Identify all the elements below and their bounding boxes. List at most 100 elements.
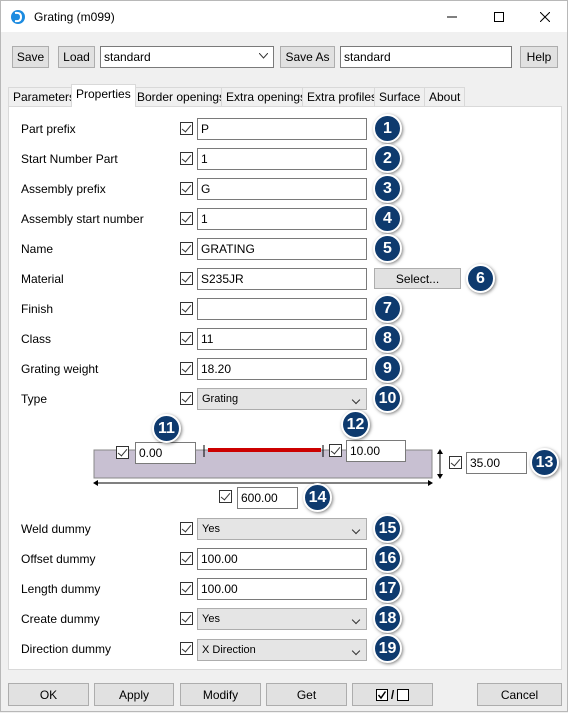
- callout-badge: 19: [373, 634, 402, 663]
- callout-badge: 8: [373, 324, 402, 353]
- direction-dummy-select[interactable]: X Direction: [197, 639, 367, 661]
- weld-dummy-checkbox[interactable]: [180, 522, 193, 535]
- callout-badge: 5: [373, 234, 402, 263]
- part-prefix-checkbox[interactable]: [180, 122, 193, 135]
- select-material-button[interactable]: Select...: [374, 268, 461, 289]
- assembly-prefix-label: Assembly prefix: [21, 182, 106, 196]
- title-bar: Grating (m099): [1, 1, 567, 32]
- callout-badge: 9: [373, 354, 402, 383]
- assembly-start-number-checkbox[interactable]: [180, 212, 193, 225]
- offset-dummy-input[interactable]: 100.00: [197, 548, 367, 570]
- tab-extra-profiles[interactable]: Extra profiles: [302, 87, 383, 106]
- material-input[interactable]: S235JR: [197, 268, 367, 290]
- assembly-prefix-input[interactable]: G: [197, 178, 367, 200]
- load-button[interactable]: Load: [58, 46, 95, 68]
- minimize-button[interactable]: [429, 1, 475, 32]
- callout-badge: 11: [152, 414, 181, 443]
- modify-button[interactable]: Modify: [180, 683, 261, 706]
- preset-combobox[interactable]: standard: [100, 46, 274, 68]
- callout-badge: 12: [341, 410, 370, 439]
- offset-dummy-label: Offset dummy: [21, 552, 96, 566]
- callout-badge: 4: [373, 204, 402, 233]
- length-dummy-input[interactable]: 100.00: [197, 578, 367, 600]
- weld-dummy-label: Weld dummy: [21, 522, 91, 536]
- callout-badge: 2: [373, 144, 402, 173]
- maximize-button[interactable]: [476, 1, 522, 32]
- callout-badge: 16: [373, 544, 402, 573]
- grating-weight-checkbox[interactable]: [180, 362, 193, 375]
- ok-button[interactable]: OK: [8, 683, 89, 706]
- start-number-part-input[interactable]: 1: [197, 148, 367, 170]
- tab-about[interactable]: About: [424, 87, 466, 106]
- tab-properties[interactable]: Properties: [71, 84, 136, 107]
- tab-parameters[interactable]: Parameters: [8, 87, 81, 106]
- callout-badge: 15: [373, 514, 402, 543]
- minimize-icon: [447, 16, 457, 17]
- grating-weight-input[interactable]: 18.20: [197, 358, 367, 380]
- save-as-button[interactable]: Save As: [280, 46, 335, 68]
- start-number-part-checkbox[interactable]: [180, 152, 193, 165]
- help-button[interactable]: Help: [520, 46, 558, 68]
- chevron-down-icon: [259, 53, 268, 59]
- callout-badge: 13: [530, 448, 559, 477]
- length-checkbox[interactable]: [219, 490, 232, 503]
- material-label: Material: [21, 272, 64, 286]
- tab-border-openings[interactable]: Border openings: [132, 87, 231, 106]
- thickness-checkbox[interactable]: [449, 456, 462, 469]
- app-logo-icon: [11, 10, 25, 24]
- class-input[interactable]: 11: [197, 328, 367, 350]
- assembly-start-number-label: Assembly start number: [21, 212, 144, 226]
- type-checkbox[interactable]: [180, 392, 193, 405]
- material-checkbox[interactable]: [180, 272, 193, 285]
- tab-extra-openings[interactable]: Extra openings: [221, 87, 312, 106]
- finish-input[interactable]: [197, 298, 367, 320]
- type-select[interactable]: Grating: [197, 388, 367, 410]
- callout-badge: 17: [373, 574, 402, 603]
- name-label: Name: [21, 242, 54, 256]
- left-offset-input[interactable]: 0.00: [135, 442, 196, 464]
- close-window-button[interactable]: [522, 1, 568, 32]
- toggle-all-checkboxes-button[interactable]: /: [352, 683, 433, 706]
- callout-badge: 14: [303, 483, 332, 512]
- save-button[interactable]: Save: [12, 46, 49, 68]
- direction-dummy-label: Direction dummy: [21, 642, 112, 656]
- assembly-start-number-input[interactable]: 1: [197, 208, 367, 230]
- apply-button[interactable]: Apply: [94, 683, 174, 706]
- part-prefix-input[interactable]: P: [197, 118, 367, 140]
- get-button[interactable]: Get: [266, 683, 347, 706]
- tab-surface[interactable]: Surface: [374, 87, 426, 106]
- offset-dummy-checkbox[interactable]: [180, 552, 193, 565]
- callout-badge: 3: [373, 174, 402, 203]
- create-dummy-select[interactable]: Yes: [197, 608, 367, 630]
- create-dummy-checkbox[interactable]: [180, 612, 193, 625]
- finish-label: Finish: [21, 302, 54, 316]
- callout-badge: 18: [373, 604, 402, 633]
- toggle-separator: /: [390, 687, 395, 702]
- left-offset-checkbox[interactable]: [116, 446, 129, 459]
- right-offset-checkbox[interactable]: [329, 444, 342, 457]
- weld-dummy-select[interactable]: Yes: [197, 518, 367, 540]
- length-input[interactable]: 600.00: [237, 487, 298, 509]
- create-dummy-label: Create dummy: [21, 612, 100, 626]
- cancel-button[interactable]: Cancel: [477, 683, 562, 706]
- save-as-name-input[interactable]: standard: [340, 46, 512, 68]
- start-number-part-label: Start Number Part: [21, 152, 118, 166]
- direction-dummy-checkbox[interactable]: [180, 642, 193, 655]
- finish-checkbox[interactable]: [180, 302, 193, 315]
- length-dummy-label: Length dummy: [21, 582, 101, 596]
- callout-badge: 10: [373, 384, 402, 413]
- assembly-prefix-checkbox[interactable]: [180, 182, 193, 195]
- unchecked-box-icon: [397, 688, 410, 701]
- dialog-window: Grating (m099) Save Load standard Save A…: [0, 0, 568, 712]
- grating-weight-label: Grating weight: [21, 362, 99, 376]
- length-dummy-checkbox[interactable]: [180, 582, 193, 595]
- class-checkbox[interactable]: [180, 332, 193, 345]
- part-prefix-label: Part prefix: [21, 122, 76, 136]
- checked-box-icon: [375, 688, 388, 701]
- close-icon: [540, 11, 550, 22]
- name-input[interactable]: GRATING: [197, 238, 367, 260]
- preset-value: standard: [104, 50, 151, 64]
- thickness-input[interactable]: 35.00: [466, 452, 527, 474]
- name-checkbox[interactable]: [180, 242, 193, 255]
- right-offset-input[interactable]: 10.00: [346, 440, 406, 462]
